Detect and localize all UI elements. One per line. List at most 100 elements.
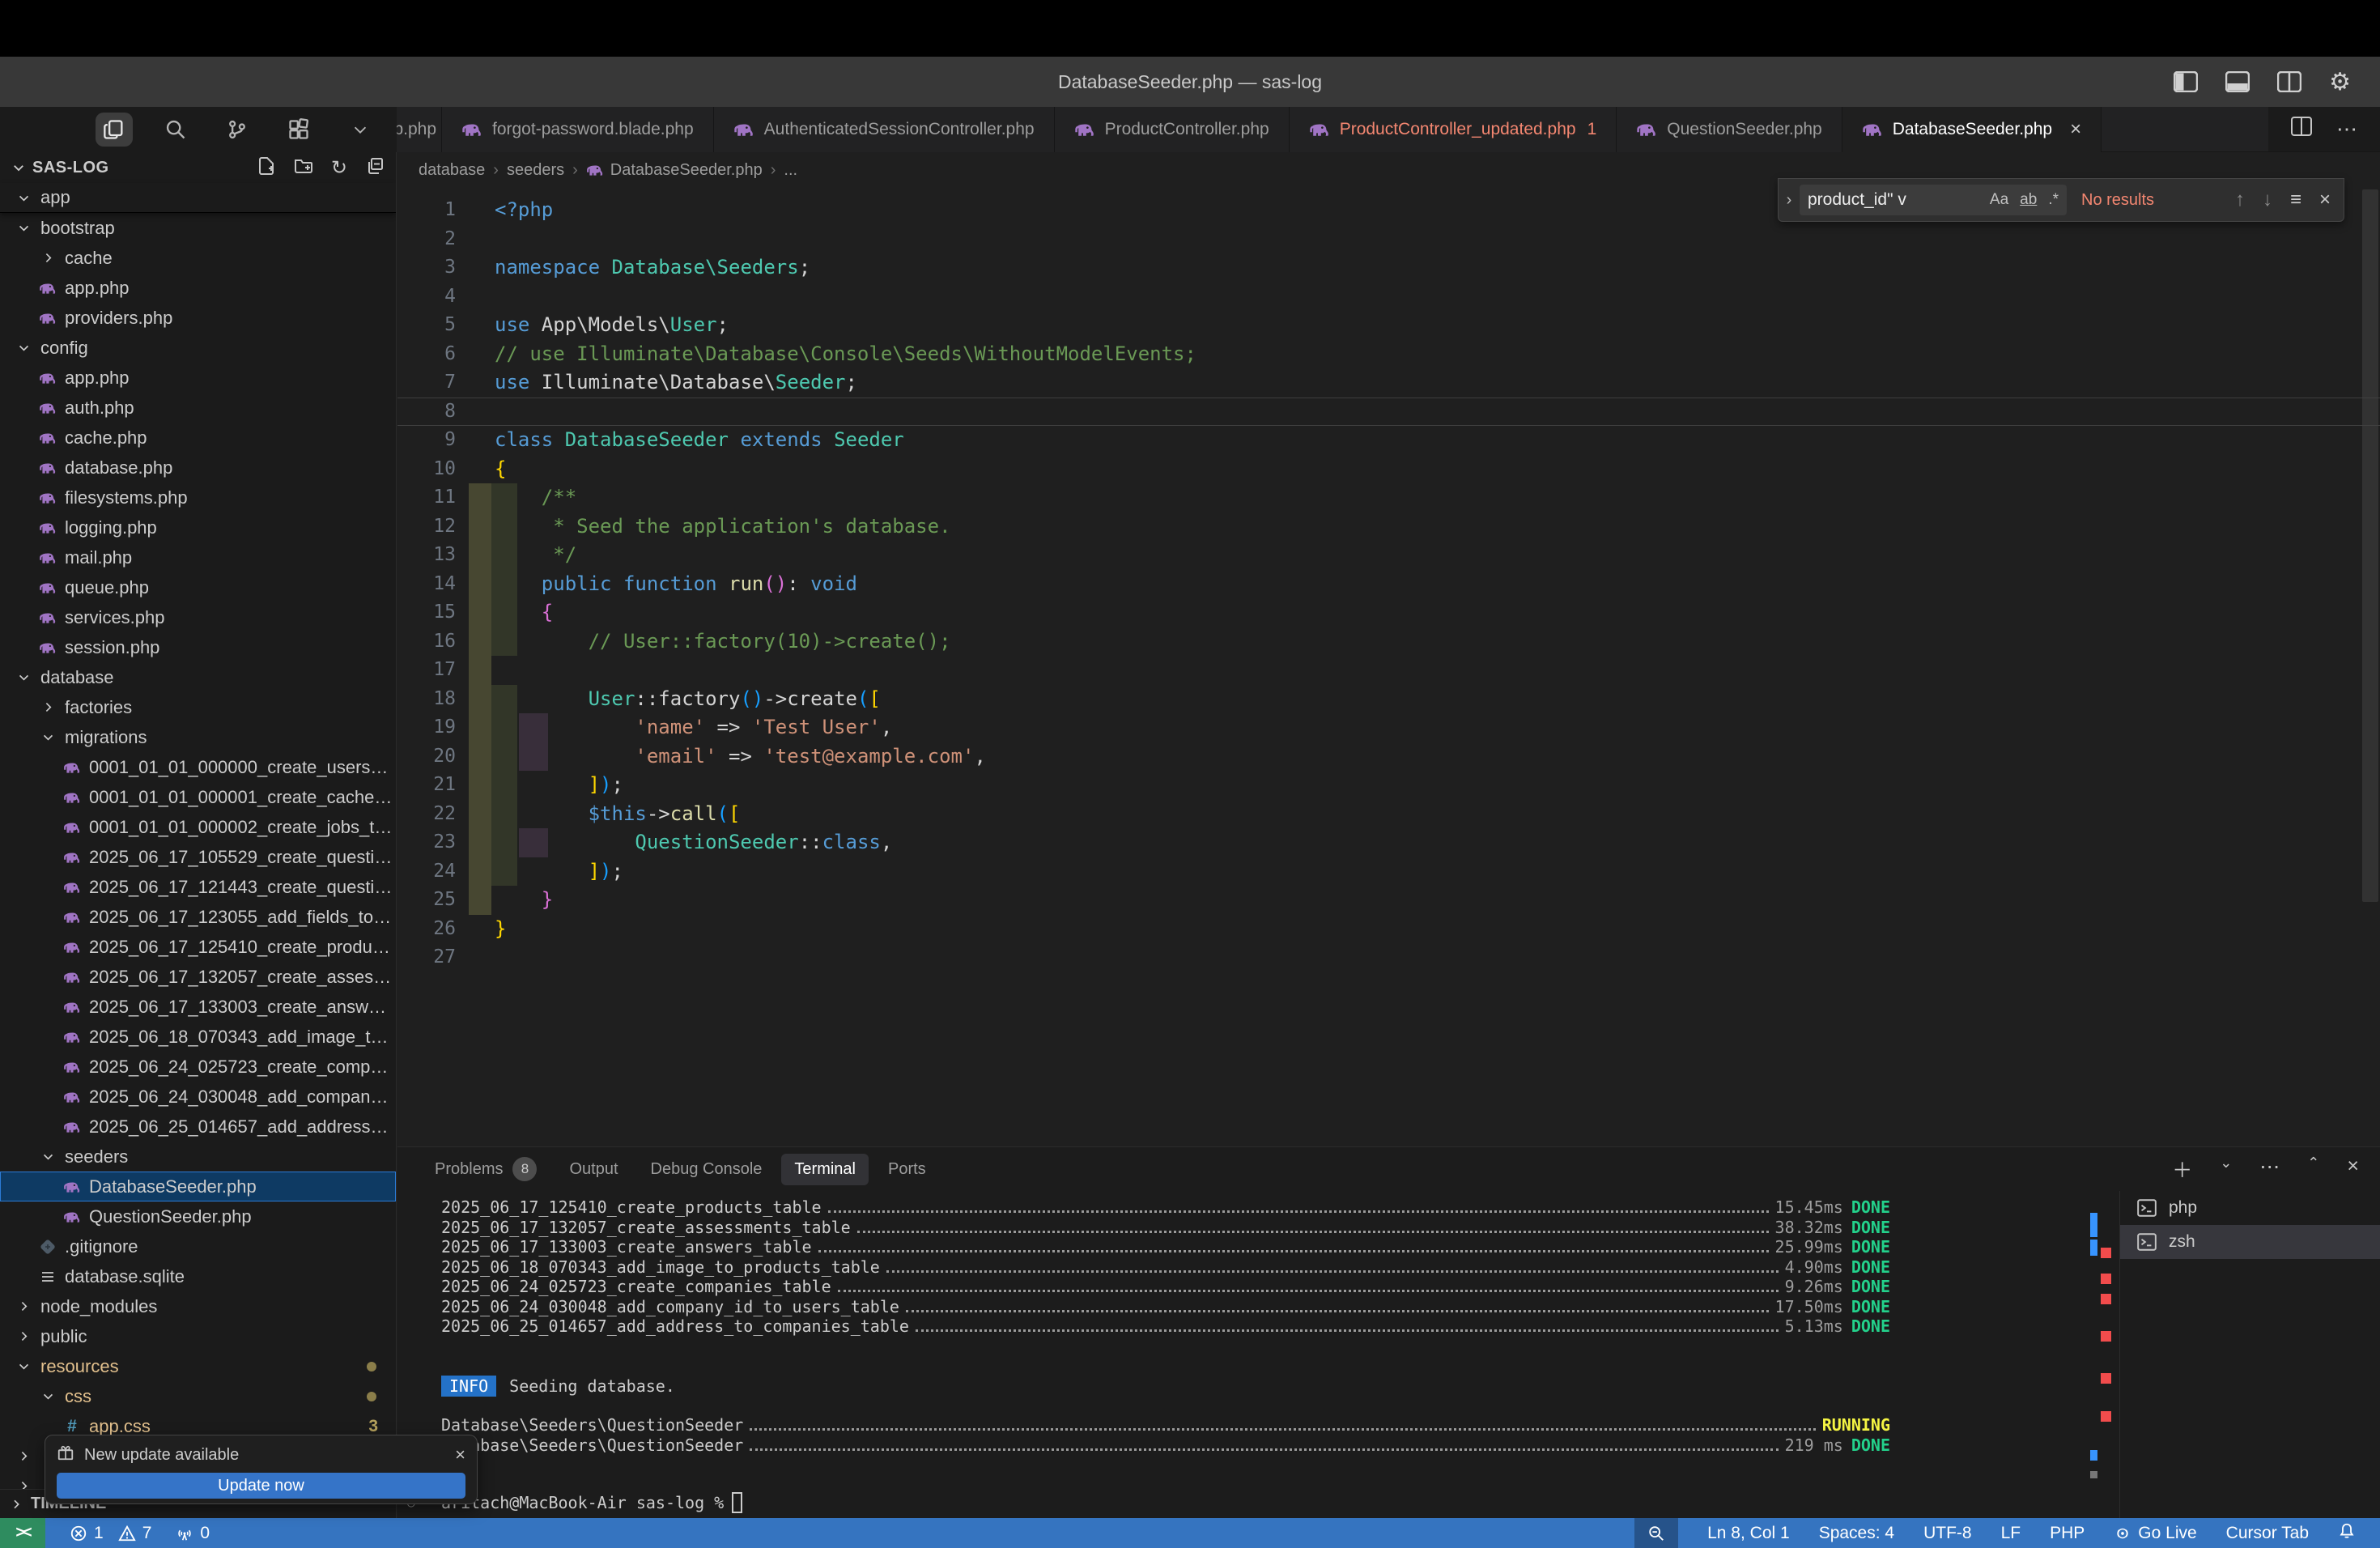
file-2025-06-25-014657-add-address-to...[interactable]: 2025_06_25_014657_add_address_to... (0, 1112, 396, 1142)
code-line-2[interactable]: 2 (397, 225, 2380, 254)
close-icon[interactable]: × (455, 1444, 465, 1465)
language-mode[interactable]: PHP (2050, 1524, 2085, 1543)
terminal-instance-php[interactable]: php (2120, 1191, 2380, 1225)
more-actions-icon[interactable]: ⋯ (2336, 117, 2357, 142)
terminal-prompt[interactable]: ○ aritach@MacBook-Air sas-log % (441, 1492, 1890, 1513)
editor-tab-databaseseeder-php[interactable]: DatabaseSeeder.php× (1842, 107, 2102, 152)
editor-tab-productcontroller-php[interactable]: ProductController.php (1055, 107, 1290, 152)
file-filesystems.php[interactable]: filesystems.php (0, 483, 396, 512)
search-icon[interactable] (157, 113, 194, 147)
folder-database[interactable]: database (0, 662, 396, 692)
folder-cache[interactable]: cache (0, 243, 396, 273)
code-line-15[interactable]: 15 { (397, 598, 2380, 627)
find-expand-toggle[interactable]: › (1779, 179, 1800, 221)
extensions-icon[interactable] (280, 113, 317, 147)
refresh-icon[interactable]: ↻ (331, 156, 347, 180)
cursor-position[interactable]: Ln 8, Col 1 (1707, 1524, 1790, 1543)
code-line-22[interactable]: 22 $this->call([ (397, 800, 2380, 829)
code-line-6[interactable]: 6// use Illuminate\Database\Console\Seed… (397, 340, 2380, 369)
editor-scrollbar[interactable] (2362, 189, 2378, 902)
editor-tab-forgot-password-blade-php[interactable]: forgot-password.blade.php (442, 107, 714, 152)
find-close-icon[interactable]: × (2319, 189, 2331, 211)
collapse-all-icon[interactable] (365, 156, 385, 180)
code-line-21[interactable]: 21 ]); (397, 771, 2380, 800)
file-2025-06-17-132057-create-assessme...[interactable]: 2025_06_17_132057_create_assessme... (0, 962, 396, 992)
views-chevron-icon[interactable] (342, 113, 379, 147)
folder-factories[interactable]: factories (0, 692, 396, 722)
file-session.php[interactable]: session.php (0, 632, 396, 662)
breadcrumb-item[interactable]: DatabaseSeeder.php (586, 161, 763, 180)
file-2025-06-24-025723-create-compan...[interactable]: 2025_06_24_025723_create_compan... (0, 1052, 396, 1082)
code-line-12[interactable]: 12 * Seed the application's database. (397, 512, 2380, 542)
panel-more-icon[interactable]: ⋯ (2259, 1155, 2280, 1184)
panel-tab-terminal[interactable]: Terminal (781, 1154, 869, 1185)
file-2025-06-17-121443-create-questions...[interactable]: 2025_06_17_121443_create_questions... (0, 872, 396, 902)
match-case-toggle[interactable]: Aa (1990, 191, 2008, 209)
file-auth.php[interactable]: auth.php (0, 393, 396, 423)
file-2025-06-17-125410-create-products...[interactable]: 2025_06_17_125410_create_products... (0, 932, 396, 962)
explorer-icon[interactable] (96, 113, 133, 147)
folder-migrations[interactable]: migrations (0, 722, 396, 752)
ports-status[interactable]: 0 (176, 1524, 210, 1543)
file-0001-01-01-000002-create-jobs-tab...[interactable]: 0001_01_01_000002_create_jobs_tab... (0, 812, 396, 842)
file-logging.php[interactable]: logging.php (0, 512, 396, 542)
file-database.sqlite[interactable]: database.sqlite (0, 1261, 396, 1291)
explorer-header[interactable]: SAS-LOG ↻ (0, 152, 396, 183)
file-0001-01-01-000000-create-users-ta...[interactable]: 0001_01_01_000000_create_users_ta... (0, 752, 396, 782)
file-databaseseeder.php[interactable]: DatabaseSeeder.php (0, 1172, 396, 1201)
editor-tab-eb-php[interactable]: eb.php (397, 107, 442, 152)
go-live-button[interactable]: Go Live (2114, 1524, 2196, 1543)
problems-status[interactable]: 1 7 (70, 1524, 151, 1543)
regex-toggle[interactable]: .* (2048, 191, 2059, 209)
panel-tab-ports[interactable]: Ports (875, 1154, 939, 1185)
editor-tab-productcontroller-updated-php[interactable]: ProductController_updated.php1 (1290, 107, 1617, 152)
file-providers.php[interactable]: providers.php (0, 303, 396, 333)
file-2025-06-17-123055-add-fields-to-u...[interactable]: 2025_06_17_123055_add_fields_to_u... (0, 902, 396, 932)
code-line-10[interactable]: 10{ (397, 455, 2380, 484)
folder-config[interactable]: config (0, 333, 396, 363)
code-line-18[interactable]: 18 User::factory()->create([ (397, 685, 2380, 714)
panel-tab-problems[interactable]: Problems8 (422, 1150, 550, 1188)
new-file-icon[interactable] (257, 156, 276, 180)
folder-app[interactable]: app (0, 183, 396, 213)
code-line-11[interactable]: 11 /** (397, 483, 2380, 512)
eol-sequence[interactable]: LF (2001, 1524, 2021, 1543)
file-.gitignore[interactable]: .gitignore (0, 1231, 396, 1261)
file-database.php[interactable]: database.php (0, 453, 396, 483)
file-questionseeder.php[interactable]: QuestionSeeder.php (0, 1201, 396, 1231)
breadcrumb-item[interactable]: database (419, 161, 485, 180)
notifications-bell-icon[interactable] (2338, 1522, 2356, 1545)
maximize-panel-icon[interactable]: ⌃ (2307, 1155, 2319, 1184)
terminal-dropdown-icon[interactable]: ⌄ (2220, 1155, 2232, 1184)
code-line-19[interactable]: 19 'name' => 'Test User', (397, 713, 2380, 742)
tab-close-icon[interactable]: × (2070, 118, 2081, 141)
code-line-17[interactable]: 17 (397, 656, 2380, 685)
code-line-5[interactable]: 5use App\Models\User; (397, 311, 2380, 340)
code-line-26[interactable]: 26} (397, 915, 2380, 944)
panel-tab-debug-console[interactable]: Debug Console (638, 1154, 776, 1185)
source-control-icon[interactable] (219, 113, 256, 147)
code-line-13[interactable]: 13 */ (397, 541, 2380, 570)
code-area[interactable]: 1<?php23namespace Database\Seeders;45use… (397, 188, 2380, 972)
split-editor-icon[interactable] (2291, 117, 2312, 142)
code-line-8[interactable]: 8 (397, 398, 2380, 427)
code-line-16[interactable]: 16 // User::factory(10)->create(); (397, 627, 2380, 657)
folder-public[interactable]: public (0, 1321, 396, 1351)
encoding[interactable]: UTF-8 (1923, 1524, 1972, 1543)
code-line-20[interactable]: 20 'email' => 'test@example.com', (397, 742, 2380, 772)
find-input[interactable]: product_id" v Aa ab .* (1800, 185, 2067, 215)
folder-node-modules[interactable]: node_modules (0, 1291, 396, 1321)
code-line-27[interactable]: 27 (397, 943, 2380, 972)
file-2025-06-17-105529-create-question...[interactable]: 2025_06_17_105529_create_question... (0, 842, 396, 872)
file-services.php[interactable]: services.php (0, 602, 396, 632)
file-queue.php[interactable]: queue.php (0, 572, 396, 602)
terminal-output[interactable]: 2025_06_17_125410_create_products_table1… (441, 1197, 1890, 1513)
remote-indicator[interactable]: >< (0, 1518, 45, 1548)
toggle-panel-icon[interactable] (2225, 71, 2250, 92)
code-line-23[interactable]: 23 QuestionSeeder::class, (397, 828, 2380, 857)
file-app.php[interactable]: app.php (0, 273, 396, 303)
file-0001-01-01-000001-create-cache-ta...[interactable]: 0001_01_01_000001_create_cache_ta... (0, 782, 396, 812)
folder-bootstrap[interactable]: bootstrap (0, 213, 396, 243)
cursor-tab-toggle[interactable]: Cursor Tab (2226, 1524, 2309, 1543)
toggle-secondary-sidebar-icon[interactable] (2277, 71, 2301, 92)
